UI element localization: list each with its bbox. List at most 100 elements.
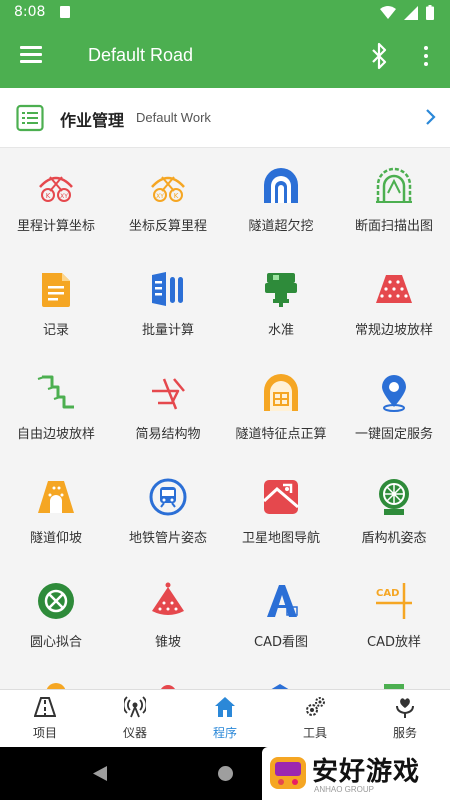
grid-item-slope-staking[interactable]: 常规边坡放样	[338, 253, 450, 357]
watermark-logo: 安好游戏 ANHAO GROUP	[262, 747, 450, 800]
status-time: 8:08	[14, 4, 46, 20]
grid-item-label: CAD看图	[254, 635, 308, 650]
grid-item-label: 一键固定服务	[354, 427, 433, 442]
grid-item-label: 里程计算坐标	[16, 219, 95, 234]
tab-label: 程序	[212, 726, 237, 740]
partial-icon	[46, 683, 66, 689]
grid-item-label: 自由边坡放样	[16, 427, 95, 442]
grid-item-label: 简易结构物	[135, 427, 201, 442]
icon-k-label: K	[174, 192, 179, 200]
slope-staking-icon	[376, 275, 412, 303]
status-icons	[380, 5, 434, 20]
work-subtitle: Default Work	[136, 110, 211, 125]
grid-item-circle-fitting[interactable]: 圆心拟合	[0, 565, 112, 669]
cad-viewer-icon	[267, 585, 298, 617]
tunnel-slope-icon	[38, 481, 74, 513]
menu-icon[interactable]	[20, 46, 42, 64]
icon-xy-label: XY	[60, 193, 68, 200]
battery-icon	[426, 5, 434, 20]
chevron-right-icon	[426, 109, 436, 125]
grid-item-label: CAD放样	[367, 635, 421, 650]
cad-staking-icon: CAD	[376, 583, 412, 619]
work-title: 作业管理	[60, 111, 125, 130]
gears-icon	[306, 697, 325, 716]
free-slope-icon	[37, 375, 74, 409]
tab-program[interactable]: 程序	[180, 690, 270, 747]
tab-label: 工具	[302, 726, 327, 740]
status-bar: 8:08	[0, 0, 450, 26]
grid-item-label: 常规边坡放样	[354, 323, 433, 338]
grid-item-label: 盾构机姿态	[361, 531, 427, 546]
grid-item-label: 隧道超欠挖	[248, 219, 314, 234]
grid-item-label: 地铁管片姿态	[128, 531, 207, 546]
grid-item-label: 锥坡	[154, 635, 181, 650]
grid-item-label: 记录	[42, 323, 69, 338]
grid-item-metro-segment-attitude[interactable]: 地铁管片姿态	[112, 461, 224, 565]
tunnel-arch-icon	[264, 168, 298, 203]
coordinate-mileage-icon: XY K	[151, 176, 185, 202]
section-scan-icon	[376, 167, 412, 203]
icon-k-label: K	[46, 192, 51, 200]
grid-item-tunnel-feature-point[interactable]: 隧道特征点正算	[225, 357, 337, 461]
grid-item-tunnel-slope[interactable]: 隧道仰坡	[0, 461, 112, 565]
grid-item-tunnel-over-under-excavation[interactable]: 隧道超欠挖	[225, 149, 337, 253]
icon-xy-label: XY	[156, 193, 164, 200]
more-options-icon[interactable]	[416, 42, 436, 70]
tab-tools[interactable]: 工具	[270, 690, 360, 747]
tunnel-feature-icon	[264, 374, 298, 411]
tab-instrument[interactable]: 仪器	[90, 690, 180, 747]
grid-item-batch-calculation[interactable]: 批量计算	[112, 253, 224, 357]
grid-item-label: 圆心拟合	[29, 635, 82, 650]
tab-label: 项目	[32, 726, 57, 740]
circle-fitting-icon	[38, 583, 74, 619]
grid-item-satellite-map[interactable]: 卫星地图导航	[225, 461, 337, 565]
wifi-icon	[380, 5, 396, 19]
grid-item-free-slope-staking[interactable]: 自由边坡放样	[0, 357, 112, 461]
sd-card-icon	[60, 6, 70, 18]
grid-item-simple-structure[interactable]: 简易结构物	[112, 357, 224, 461]
home-button-icon[interactable]	[218, 766, 233, 781]
grid-item-cad-viewer[interactable]: CAD看图	[225, 565, 337, 669]
cell-signal-icon	[404, 5, 418, 20]
app-bar: Default Road	[0, 26, 450, 88]
tab-service[interactable]: 服务	[360, 690, 450, 747]
bluetooth-icon[interactable]	[370, 42, 390, 70]
grid-item-label: 隧道特征点正算	[235, 427, 327, 442]
grid-item-label: 批量计算	[141, 323, 194, 338]
grid-item-mileage-to-coordinate[interactable]: K XY 里程计算坐标	[0, 149, 112, 253]
app-title: Default Road	[88, 45, 194, 65]
game-controller-logo-icon	[270, 757, 306, 789]
grid-item-label: 水准	[267, 323, 294, 338]
icon-cad-label: CAD	[376, 588, 399, 599]
grid-item-section-scan[interactable]: 断面扫描出图	[338, 149, 450, 253]
grid-item-cone-slope[interactable]: 锥坡	[112, 565, 224, 669]
list-document-icon	[16, 104, 44, 132]
service-hand-heart-icon	[396, 698, 414, 718]
back-icon[interactable]	[92, 765, 108, 782]
grid-item-record[interactable]: 记录	[0, 253, 112, 357]
tab-project[interactable]: 项目	[0, 690, 90, 747]
bottom-navigation: 项目 仪器 程序 工具 服务	[0, 689, 450, 747]
tab-label: 仪器	[122, 726, 147, 740]
grid-item-label: 坐标反算里程	[128, 219, 207, 234]
record-document-icon	[42, 273, 70, 307]
grid-item-shield-machine-attitude[interactable]: 盾构机姿态	[338, 461, 450, 565]
home-icon	[215, 697, 235, 717]
grid-item-label: 断面扫描出图	[354, 219, 433, 234]
grid-item-coordinate-to-mileage[interactable]: XY K 坐标反算里程	[112, 149, 224, 253]
shield-machine-icon	[379, 479, 409, 515]
grid-item-label: 隧道仰坡	[29, 531, 82, 546]
batch-calculation-icon	[152, 272, 183, 306]
grid-item-one-key-fixed-service[interactable]: 一键固定服务	[338, 357, 450, 461]
grid-item-cad-staking[interactable]: CAD CAD放样	[338, 565, 450, 669]
instrument-signal-icon	[124, 696, 146, 718]
grid-item-leveling[interactable]: 水准	[225, 253, 337, 357]
work-management-row[interactable]: 作业管理 Default Work	[0, 88, 450, 148]
grid-item-label: 卫星地图导航	[241, 531, 320, 546]
cone-slope-icon	[152, 582, 184, 615]
simple-structure-icon	[152, 378, 185, 410]
watermark-subtext: ANHAO GROUP	[314, 785, 375, 794]
satellite-map-icon	[262, 480, 299, 514]
partial-icon	[384, 684, 404, 689]
program-grid: K XY 里程计算坐标 XY K 坐标反算里程 隧道超欠挖 断面扫描出图 记录 …	[0, 149, 450, 689]
